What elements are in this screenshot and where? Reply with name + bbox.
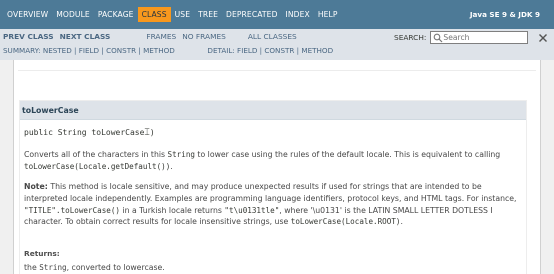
summary-links[interactable]: SUMMARY: NESTED | FIELD | CONSTR | METHO… <box>3 46 175 55</box>
nav-class-current: CLASS <box>137 7 171 22</box>
note-code: "TITLE".toLowerCase() <box>24 205 121 215</box>
note-label: Note: <box>24 182 48 191</box>
nav-tree[interactable]: TREE <box>194 10 222 19</box>
search-input[interactable] <box>443 33 524 42</box>
returns-description: the String, converted to lowercase. <box>24 263 165 272</box>
divider <box>18 70 536 71</box>
code-string-link[interactable]: String <box>39 263 66 272</box>
search-label: SEARCH: <box>394 33 427 42</box>
about-java-version: Java SE 9 & JDK 9 <box>469 10 540 19</box>
prev-class-link[interactable]: PREV CLASS <box>3 32 54 41</box>
sub-navigation-bar: PREV CLASS NEXT CLASS FRAMES NO FRAMES A… <box>0 29 554 60</box>
note-text: in a Turkish locale returns <box>120 205 225 215</box>
signature-text: public String toLowerCase <box>24 128 145 137</box>
method-description: Converts all of the characters in this S… <box>24 149 518 173</box>
note-text: . <box>400 217 403 227</box>
method-signature: public String toLowerCase⌶) <box>24 128 155 138</box>
note-text: This method is locale sensitive, and may… <box>24 182 517 203</box>
returns-text: , converted to lowercase. <box>66 263 165 272</box>
nav-use[interactable]: USE <box>171 10 194 19</box>
detail-links[interactable]: DETAIL: FIELD | CONSTR | METHOD <box>207 46 333 55</box>
frames-link[interactable]: FRAMES <box>146 32 176 41</box>
nav-deprecated[interactable]: DEPRECATED <box>222 10 282 19</box>
top-navigation-bar: OVERVIEW MODULE PACKAGE CLASS USE TREE D… <box>0 0 554 29</box>
code-tolowercase-root-link[interactable]: toLowerCase(Locale.ROOT) <box>291 217 401 226</box>
nav-help[interactable]: HELP <box>314 10 342 19</box>
no-frames-link[interactable]: NO FRAMES <box>182 32 226 41</box>
code-tolowercase-default-link[interactable]: toLowerCase(Locale.getDefault()) <box>24 162 170 171</box>
method-detail-block: toLowerCase public String toLowerCase⌶) … <box>19 100 527 274</box>
code-string-link[interactable]: String <box>168 150 195 159</box>
description-text: . <box>170 161 173 171</box>
method-note: Note: This method is locale sensitive, a… <box>24 181 518 228</box>
signature-tail: ) <box>149 128 155 137</box>
all-classes-link[interactable]: ALL CLASSES <box>248 32 297 41</box>
nav-index[interactable]: INDEX <box>282 10 314 19</box>
description-text: to lower case using the rules of the def… <box>194 150 501 159</box>
content-area: toLowerCase public String toLowerCase⌶) … <box>13 60 541 274</box>
returns-text: the <box>24 263 40 272</box>
nav-overview[interactable]: OVERVIEW <box>3 10 52 19</box>
search-box[interactable] <box>430 31 529 44</box>
reset-icon[interactable] <box>538 33 548 43</box>
returns-label: Returns: <box>24 249 60 258</box>
description-text: Converts all of the characters in this <box>24 150 168 159</box>
method-name-heading: toLowerCase <box>20 101 526 120</box>
next-class-link[interactable]: NEXT CLASS <box>60 32 111 41</box>
nav-module[interactable]: MODULE <box>52 10 94 19</box>
search-icon <box>434 33 443 42</box>
search-area: SEARCH: <box>394 31 529 44</box>
note-code: "t\u0131tle" <box>224 205 280 215</box>
nav-package[interactable]: PACKAGE <box>94 10 138 19</box>
